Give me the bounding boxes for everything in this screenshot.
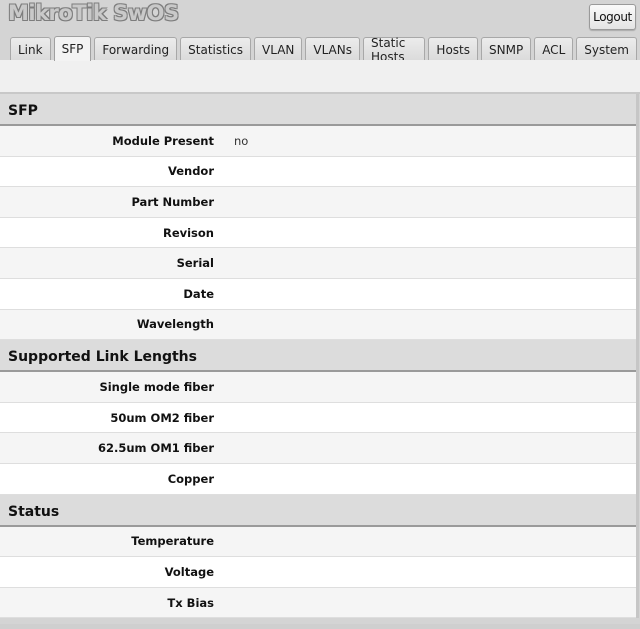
field-label: Single mode fiber <box>99 379 214 394</box>
bottom-border <box>0 624 640 629</box>
app-title: MikroTik SwOS <box>8 1 179 25</box>
field-label: Revison <box>162 225 214 240</box>
sfp-panel: SFP Module Present no Vendor Part Number … <box>0 94 639 619</box>
field-label: Copper <box>167 471 214 486</box>
field-row-part-number: Part Number <box>0 187 636 218</box>
tab-static-hosts[interactable]: Static Hosts <box>363 36 426 64</box>
field-value: no <box>234 133 249 148</box>
tab-snmp[interactable]: SNMP <box>481 37 532 61</box>
tab-sfp[interactable]: SFP <box>53 36 92 61</box>
section-title: Status <box>0 494 636 527</box>
section-status: Status Temperature Voltage Tx Bias <box>0 494 636 619</box>
field-label: Vendor <box>167 164 214 179</box>
field-row-tx-bias: Tx Bias <box>0 587 636 619</box>
section-title: SFP <box>0 94 636 126</box>
field-row-date: Date <box>0 278 636 310</box>
tab-vlan[interactable]: VLAN <box>254 37 303 61</box>
field-row-voltage: Voltage <box>0 557 636 588</box>
tab-vlans[interactable]: VLANs <box>305 37 360 61</box>
tab-bar: Link SFP Forwarding Statistics VLAN VLAN… <box>10 36 640 64</box>
field-row-module-present: Module Present no <box>0 126 636 157</box>
field-row-wavelength: Wavelength <box>0 309 636 341</box>
field-label: Temperature <box>131 534 214 549</box>
tab-link[interactable]: Link <box>10 37 51 61</box>
field-row-62-5um-om1-fiber: 62.5um OM1 fiber <box>0 433 636 464</box>
field-label: Wavelength <box>136 317 214 332</box>
field-label: 50um OM2 fiber <box>110 410 214 425</box>
section-title: Supported Link Lengths <box>0 340 636 373</box>
section-sfp: SFP Module Present no Vendor Part Number … <box>0 94 636 341</box>
toolbar-area <box>0 60 640 94</box>
field-label: Serial <box>176 256 214 271</box>
field-label: Module Present <box>112 133 214 148</box>
tab-acl[interactable]: ACL <box>534 37 574 61</box>
field-row-vendor: Vendor <box>0 156 636 188</box>
tab-forwarding[interactable]: Forwarding <box>94 37 178 61</box>
field-row-temperature: Temperature <box>0 526 636 558</box>
field-row-serial: Serial <box>0 248 636 279</box>
tab-statistics[interactable]: Statistics <box>180 37 252 61</box>
field-label: Date <box>183 286 214 301</box>
tab-system[interactable]: System <box>576 37 637 61</box>
field-row-50um-om2-fiber: 50um OM2 fiber <box>0 402 636 434</box>
field-label: Tx Bias <box>167 595 214 610</box>
tab-hosts[interactable]: Hosts <box>428 37 478 61</box>
field-label: 62.5um OM1 fiber <box>98 441 214 456</box>
field-row-single-mode-fiber: Single mode fiber <box>0 372 636 403</box>
field-label: Voltage <box>164 564 214 579</box>
logout-button[interactable]: Logout <box>589 4 636 30</box>
section-supported-link-lengths: Supported Link Lengths Single mode fiber… <box>0 340 636 495</box>
field-row-copper: Copper <box>0 463 636 495</box>
field-label: Part Number <box>131 194 214 209</box>
field-row-revision: Revison <box>0 217 636 249</box>
